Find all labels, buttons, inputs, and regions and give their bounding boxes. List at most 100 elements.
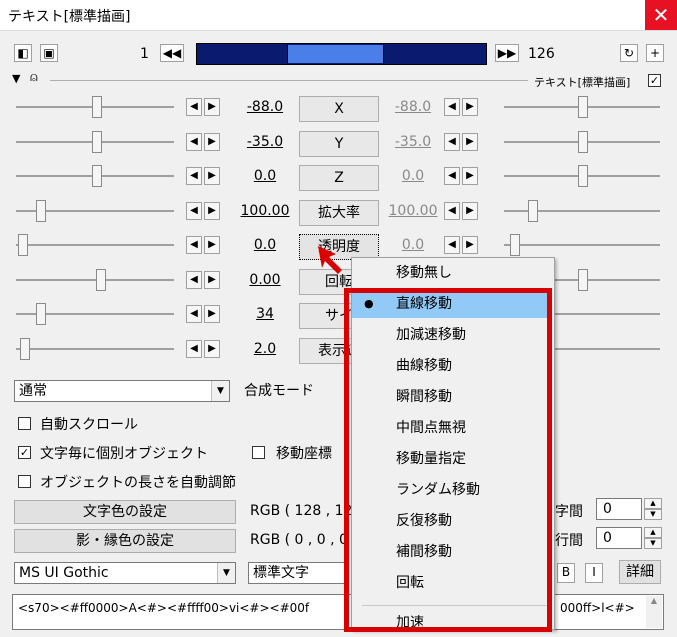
param-button[interactable]: Z (299, 165, 379, 191)
move-coord-checkbox[interactable] (252, 446, 265, 459)
start-value[interactable]: 2.0 (238, 341, 292, 357)
param-button[interactable]: Y (299, 131, 379, 157)
start-slider-thumb[interactable] (18, 234, 28, 256)
increment-icon[interactable]: ▶ (204, 271, 220, 289)
param-button[interactable]: X (299, 96, 379, 122)
add-filter-icon[interactable]: + (646, 44, 664, 62)
decrement-icon[interactable]: ◀ (186, 133, 202, 151)
decrement-icon[interactable]: ◀ (186, 167, 202, 185)
decrement-icon[interactable]: ◀ (444, 167, 460, 185)
end-value[interactable]: -35.0 (386, 134, 440, 150)
rewind-icon[interactable]: ◀◀ (160, 44, 184, 62)
start-slider-thumb[interactable] (36, 200, 46, 222)
increment-icon[interactable]: ▶ (462, 236, 478, 254)
increment-icon[interactable]: ▶ (204, 167, 220, 185)
increment-icon[interactable]: ▶ (462, 98, 478, 116)
spin-down-icon[interactable]: ▼ (644, 509, 662, 520)
end-slider-thumb[interactable] (578, 96, 588, 118)
shadow-color-button[interactable]: 影・縁色の設定 (14, 529, 236, 553)
start-slider-thumb[interactable] (20, 338, 30, 360)
start-value[interactable]: 0.0 (238, 168, 292, 184)
menu-item[interactable]: 移動無し (352, 259, 552, 287)
end-value[interactable]: -88.0 (386, 99, 440, 115)
increment-icon[interactable]: ▶ (204, 133, 220, 151)
text-color-button[interactable]: 文字色の設定 (14, 500, 236, 524)
increment-icon[interactable]: ▶ (204, 202, 220, 220)
spin-up-icon[interactable]: ▲ (644, 527, 662, 538)
start-value[interactable]: -35.0 (238, 134, 292, 150)
timeline-tick (383, 44, 384, 64)
increment-icon[interactable]: ▶ (204, 340, 220, 358)
line-spacing-input[interactable]: 0 (596, 527, 642, 549)
start-slider-track[interactable] (16, 279, 174, 281)
spin-up-icon[interactable]: ▲ (644, 498, 662, 509)
close-button[interactable]: ✕ (645, 0, 677, 30)
bold-button[interactable]: B (557, 563, 575, 583)
decrement-icon[interactable]: ◀ (186, 98, 202, 116)
detail-button[interactable]: 詳細 (619, 560, 661, 584)
scrollbar-up-icon[interactable]: ▲ (646, 596, 662, 628)
start-value[interactable]: 0.0 (238, 237, 292, 253)
italic-button[interactable]: I (585, 563, 603, 583)
decrement-icon[interactable]: ◀ (186, 202, 202, 220)
blend-mode-label: 合成モード (244, 383, 314, 399)
end-slider-thumb[interactable] (510, 234, 520, 256)
start-slider-thumb[interactable] (36, 303, 46, 325)
end-slider-thumb[interactable] (578, 269, 588, 291)
decrement-icon[interactable]: ◀ (186, 271, 202, 289)
start-value[interactable]: -88.0 (238, 99, 292, 115)
decrement-icon[interactable]: ◀ (186, 305, 202, 323)
spin-down-icon[interactable]: ▼ (644, 538, 662, 549)
chevron-down-icon[interactable]: ▼ (217, 563, 235, 583)
increment-icon[interactable]: ▶ (204, 236, 220, 254)
object-enable-checkbox[interactable]: ✓ (648, 74, 661, 87)
text-color-rgb: RGB ( 128 , 12 (250, 503, 353, 519)
start-value[interactable]: 100.00 (238, 203, 292, 219)
decrement-icon[interactable]: ◀ (444, 98, 460, 116)
start-slider-thumb[interactable] (92, 96, 102, 118)
text-style-select[interactable]: 標準文字 (248, 562, 348, 584)
param-button[interactable]: 拡大率 (299, 200, 379, 226)
increment-icon[interactable]: ▶ (204, 98, 220, 116)
char-spacing-input[interactable]: 0 (596, 498, 642, 520)
char-spacing-label: 字間 (555, 504, 583, 520)
font-select[interactable]: MS UI Gothic (14, 562, 236, 584)
per-char-checkbox[interactable]: ✓ (18, 446, 31, 459)
increment-icon[interactable]: ▶ (462, 202, 478, 220)
increment-icon[interactable]: ▶ (204, 305, 220, 323)
auto-scroll-checkbox[interactable] (18, 417, 31, 430)
end-value[interactable]: 0.0 (386, 237, 440, 253)
start-slider-track[interactable] (16, 348, 174, 350)
start-value[interactable]: 34 (238, 306, 292, 322)
per-char-label: 文字毎に個別オブジェクト (40, 446, 208, 462)
collapse-arrow-icon[interactable]: ▼ (12, 72, 20, 85)
chevron-down-icon[interactable]: ▼ (211, 381, 229, 401)
start-slider-thumb[interactable] (92, 131, 102, 153)
decrement-icon[interactable]: ◀ (186, 340, 202, 358)
decrement-icon[interactable]: ◀ (444, 202, 460, 220)
end-value[interactable]: 100.00 (386, 203, 440, 219)
start-slider-thumb[interactable] (96, 269, 106, 291)
start-slider-track[interactable] (16, 244, 174, 246)
line-spacing-label: 行間 (555, 533, 583, 549)
highlight-box (344, 288, 552, 632)
end-value[interactable]: 0.0 (386, 168, 440, 184)
increment-icon[interactable]: ▶ (462, 133, 478, 151)
auto-length-checkbox[interactable] (18, 475, 31, 488)
split-icon[interactable]: ▣ (40, 44, 58, 62)
decrement-icon[interactable]: ◀ (444, 133, 460, 151)
end-slider-thumb[interactable] (578, 131, 588, 153)
camera-control-icon[interactable]: ⍝ (30, 70, 38, 85)
decrement-icon[interactable]: ◀ (444, 236, 460, 254)
end-slider-thumb[interactable] (528, 200, 538, 222)
end-slider-thumb[interactable] (578, 165, 588, 187)
fast-forward-icon[interactable]: ▶▶ (495, 44, 519, 62)
end-slider-track[interactable] (504, 244, 660, 246)
start-value[interactable]: 0.00 (238, 272, 292, 288)
increment-icon[interactable]: ▶ (462, 167, 478, 185)
prev-keyframe-icon[interactable]: ◧ (14, 44, 32, 62)
blend-mode-select[interactable]: 通常 (14, 380, 230, 402)
decrement-icon[interactable]: ◀ (186, 236, 202, 254)
refresh-icon[interactable]: ↻ (620, 44, 638, 62)
start-slider-thumb[interactable] (92, 165, 102, 187)
